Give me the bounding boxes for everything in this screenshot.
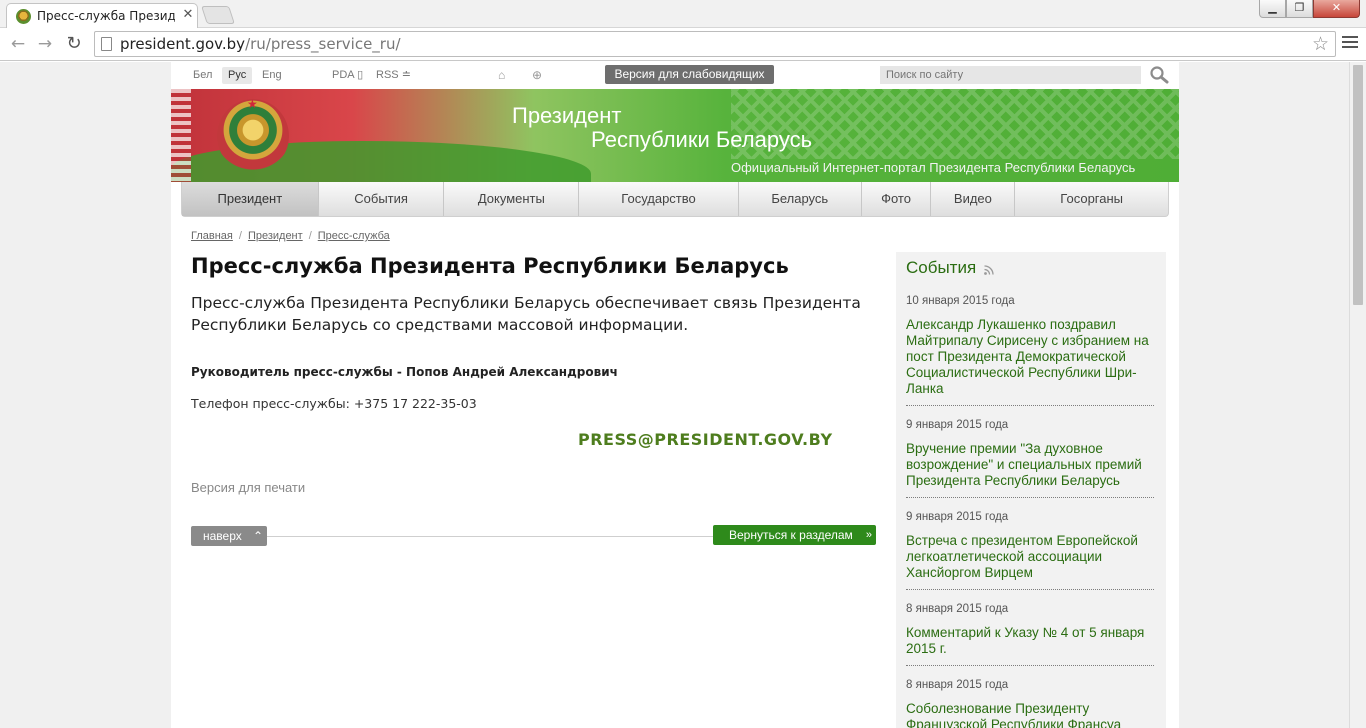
nav-item-video[interactable]: Видео xyxy=(931,182,1016,216)
page-icon xyxy=(101,37,112,51)
head-of-press-service: Руководитель пресс-службы - Попов Андрей… xyxy=(191,365,618,379)
nav-item-documents[interactable]: Документы xyxy=(444,182,580,216)
tab-title: Пресс-служба Президен xyxy=(37,9,175,23)
news-item: 10 января 2015 года Александр Лукашенко … xyxy=(906,295,1154,397)
chevron-up-icon: ⌃ xyxy=(252,529,263,543)
news-separator xyxy=(906,589,1154,590)
url-text[interactable]: president.gov.by/ru/press_service_ru/ xyxy=(120,35,401,53)
news-link[interactable]: Встреча с президентом Европейской легкоа… xyxy=(906,533,1154,581)
nav-item-belarus[interactable]: Беларусь xyxy=(739,182,862,216)
url-path: /ru/press_service_ru/ xyxy=(245,35,401,53)
news-link[interactable]: Соболезнование Президенту Французской Ре… xyxy=(906,701,1154,728)
breadcrumb-home[interactable]: Главная xyxy=(191,230,233,242)
news-item: 9 января 2015 года Встреча с президентом… xyxy=(906,511,1154,581)
news-separator xyxy=(906,497,1154,498)
breadcrumb-separator: / xyxy=(238,230,242,242)
breadcrumb-separator: / xyxy=(308,230,312,242)
press-email-link[interactable]: PRESS@PRESIDENT.GOV.BY xyxy=(578,430,833,449)
browser-tab[interactable]: Пресс-служба Президен ✕ xyxy=(6,3,198,29)
breadcrumb-president[interactable]: Президент xyxy=(248,230,303,242)
emblem-star-icon: ★ xyxy=(247,97,258,111)
home-icon[interactable]: ⌂ xyxy=(498,67,505,84)
page-scrollbar[interactable] xyxy=(1349,62,1366,728)
banner-title-line1: Президент xyxy=(512,103,622,128)
new-tab-button[interactable] xyxy=(201,6,235,24)
news-separator xyxy=(906,665,1154,666)
breadcrumb-current[interactable]: Пресс-служба xyxy=(318,230,390,242)
search-icon[interactable] xyxy=(1149,65,1169,85)
scrollbar-thumb[interactable] xyxy=(1353,65,1363,305)
news-date: 10 января 2015 года xyxy=(906,295,1015,307)
pda-phone-icon: ▯ xyxy=(357,69,364,81)
main-navigation: Президент События Документы Государство … xyxy=(181,182,1169,217)
nav-item-events[interactable]: События xyxy=(319,182,445,216)
flag-ornament-stripe xyxy=(171,89,191,182)
window-minimize-button[interactable]: ▁ xyxy=(1259,0,1286,18)
pda-link[interactable]: PDA ▯ xyxy=(332,67,363,84)
banner-title-line2: Республики Беларусь xyxy=(591,127,813,152)
news-date: 9 января 2015 года xyxy=(906,511,1009,523)
banner-subtitle: Официальный Интернет-портал Президента Р… xyxy=(731,160,1136,175)
sidebar-title[interactable]: События xyxy=(906,258,976,278)
news-item: 9 января 2015 года Вручение премии "За д… xyxy=(906,419,1154,489)
scroll-top-label: наверх xyxy=(203,529,242,543)
news-link[interactable]: Комментарий к Указу № 4 от 5 января 2015… xyxy=(906,625,1154,657)
news-link[interactable]: Вручение премии "За духовное возрождение… xyxy=(906,441,1154,489)
lead-paragraph: Пресс-служба Президента Республики Белар… xyxy=(191,294,861,334)
news-item: 8 января 2015 года Комментарий к Указу №… xyxy=(906,603,1154,657)
address-bar[interactable]: president.gov.by/ru/press_service_ru/ ☆ xyxy=(94,31,1336,57)
scroll-top-button[interactable]: наверх ⌃ xyxy=(191,526,267,546)
lang-be-link[interactable]: Бел xyxy=(187,67,218,84)
rss-label: RSS xyxy=(376,69,399,81)
print-version-link[interactable]: Версия для печати xyxy=(191,480,305,495)
nav-item-photo[interactable]: Фото xyxy=(862,182,932,216)
back-to-sections-label: Вернуться к разделам xyxy=(729,528,853,542)
tab-close-icon[interactable]: ✕ xyxy=(181,7,195,23)
bookmark-star-icon[interactable]: ☆ xyxy=(1312,33,1329,55)
nav-item-state[interactable]: Государство xyxy=(579,182,739,216)
browser-toolbar: ← → ↻ president.gov.by/ru/press_service_… xyxy=(0,28,1366,61)
news-link[interactable]: Александр Лукашенко поздравил Майтрипалу… xyxy=(906,317,1154,397)
window-close-button[interactable]: ✕ xyxy=(1313,0,1360,18)
sitemap-icon[interactable]: ⊕ xyxy=(532,67,542,84)
events-sidebar: События 10 января 2015 года Александр Лу… xyxy=(896,252,1166,728)
site-container: Бел Рус Eng PDA ▯ RSS ≐ ⌂ ⊕ Версия для с… xyxy=(171,62,1179,728)
browser-titlebar: Пресс-служба Президен ✕ ▁ ❐ ✕ xyxy=(0,0,1366,29)
site-favicon-icon xyxy=(16,9,31,24)
news-date: 8 января 2015 года xyxy=(906,603,1009,615)
forward-arrow-icon[interactable]: → xyxy=(34,33,56,55)
rss-link[interactable]: RSS ≐ xyxy=(376,67,411,84)
rss-feed-icon[interactable] xyxy=(984,265,994,275)
news-date: 8 января 2015 года xyxy=(906,679,1009,691)
breadcrumb: Главная / Президент / Пресс-служба xyxy=(191,230,390,242)
page-title: Пресс-служба Президента Республики Белар… xyxy=(191,254,789,278)
nav-item-gov-bodies[interactable]: Госорганы xyxy=(1015,182,1168,216)
window-maximize-button[interactable]: ❐ xyxy=(1286,0,1313,18)
url-host: president.gov.by xyxy=(120,35,246,53)
news-item: 8 января 2015 года Соболезнование Презид… xyxy=(906,679,1154,728)
site-banner: ★ Президент Республики Беларусь Официаль… xyxy=(171,89,1179,182)
pda-label: PDA xyxy=(332,69,355,81)
news-separator xyxy=(906,405,1154,406)
back-arrow-icon[interactable]: ← xyxy=(7,33,29,55)
lang-ru-link[interactable]: Рус xyxy=(222,67,253,84)
back-to-sections-button[interactable]: Вернуться к разделам » xyxy=(713,525,876,545)
press-phone: Телефон пресс-службы: +375 17 222-35-03 xyxy=(191,396,477,411)
reload-icon[interactable]: ↻ xyxy=(63,33,85,55)
rss-small-icon: ≐ xyxy=(401,69,411,81)
lang-en-link[interactable]: Eng xyxy=(256,67,288,84)
browser-menu-icon[interactable] xyxy=(1342,36,1358,50)
nav-item-president[interactable]: Президент xyxy=(182,182,319,216)
utility-bar: Бел Рус Eng PDA ▯ RSS ≐ ⌂ ⊕ Версия для с… xyxy=(171,62,1179,89)
site-search-input[interactable] xyxy=(880,66,1141,84)
page-viewport: Бел Рус Eng PDA ▯ RSS ≐ ⌂ ⊕ Версия для с… xyxy=(0,62,1349,728)
low-vision-button[interactable]: Версия для слабовидящих xyxy=(605,65,774,84)
double-chevron-right-icon: » xyxy=(865,529,872,541)
news-date: 9 января 2015 года xyxy=(906,419,1009,431)
